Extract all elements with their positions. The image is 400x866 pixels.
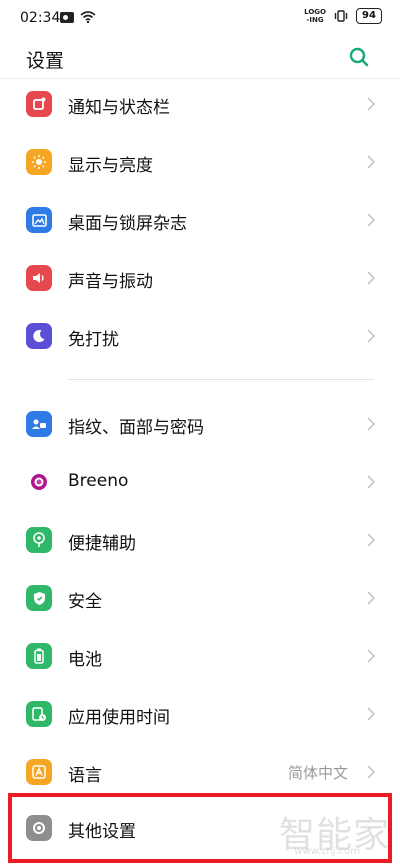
settings-item-label: 语言 (68, 766, 102, 786)
settings-item-display[interactable]: 显示与亮度 (0, 134, 400, 192)
settings-item-label: 显示与亮度 (68, 156, 153, 176)
battery-indicator: 94 (356, 8, 382, 24)
settings-item-sound[interactable]: 声音与振动 (0, 250, 400, 308)
settings-item-label: Breeno (68, 471, 129, 491)
chevron-right-icon (367, 707, 376, 721)
carrier-logo: LOGO -ING (304, 8, 326, 24)
chevron-right-icon (367, 417, 376, 431)
fingerprint-icon (26, 411, 52, 437)
status-bar: 02:34 LOGO -ING 94 (0, 0, 400, 38)
watermark-url: www.znj.com (294, 846, 360, 857)
section-divider (68, 379, 374, 380)
app-time-icon (26, 701, 52, 727)
settings-item-security[interactable]: 安全 (0, 570, 400, 628)
settings-item-label: 声音与振动 (68, 272, 153, 292)
settings-item-app-usage-time[interactable]: 应用使用时间 (0, 686, 400, 744)
language-icon (26, 759, 52, 785)
app-bar: 设置 (0, 38, 400, 78)
chevron-right-icon (367, 475, 376, 489)
settings-item-biometrics[interactable]: 指纹、面部与密码 (0, 396, 400, 454)
wifi-icon (80, 11, 96, 23)
chevron-right-icon (367, 765, 376, 779)
notification-icon (26, 91, 52, 117)
settings-item-label: 便捷辅助 (68, 534, 136, 554)
status-time: 02:34 (20, 10, 61, 26)
sim-card-icon (60, 11, 74, 23)
search-icon[interactable] (346, 44, 372, 70)
settings-item-label: 桌面与锁屏杂志 (68, 214, 187, 234)
settings-item-label: 应用使用时间 (68, 708, 170, 728)
settings-item-label: 免打扰 (68, 330, 119, 350)
battery-icon (26, 643, 52, 669)
settings-item-breeno[interactable]: Breeno (0, 454, 400, 512)
vibrate-icon (334, 10, 348, 22)
settings-item-label: 电池 (68, 650, 102, 670)
chevron-right-icon (367, 533, 376, 547)
breeno-icon (26, 469, 52, 495)
chevron-right-icon (367, 591, 376, 605)
chevron-right-icon (367, 97, 376, 111)
assist-icon (26, 527, 52, 553)
chevron-right-icon (367, 213, 376, 227)
settings-item-notifications[interactable]: 通知与状态栏 (0, 76, 400, 134)
chevron-right-icon (367, 155, 376, 169)
shield-icon (26, 585, 52, 611)
page-title: 设置 (26, 50, 65, 72)
moon-icon (26, 323, 52, 349)
brightness-icon (26, 149, 52, 175)
settings-item-label: 通知与状态栏 (68, 98, 170, 118)
wallpaper-icon (26, 207, 52, 233)
settings-item-battery[interactable]: 电池 (0, 628, 400, 686)
settings-item-accessibility[interactable]: 便捷辅助 (0, 512, 400, 570)
settings-item-wallpaper[interactable]: 桌面与锁屏杂志 (0, 192, 400, 250)
chevron-right-icon (367, 271, 376, 285)
sound-icon (26, 265, 52, 291)
chevron-right-icon (367, 649, 376, 663)
chevron-right-icon (367, 329, 376, 343)
language-value: 简体中文 (287, 764, 348, 782)
settings-item-do-not-disturb[interactable]: 免打扰 (0, 308, 400, 366)
settings-item-label: 指纹、面部与密码 (68, 418, 204, 438)
settings-item-label: 安全 (68, 592, 102, 612)
